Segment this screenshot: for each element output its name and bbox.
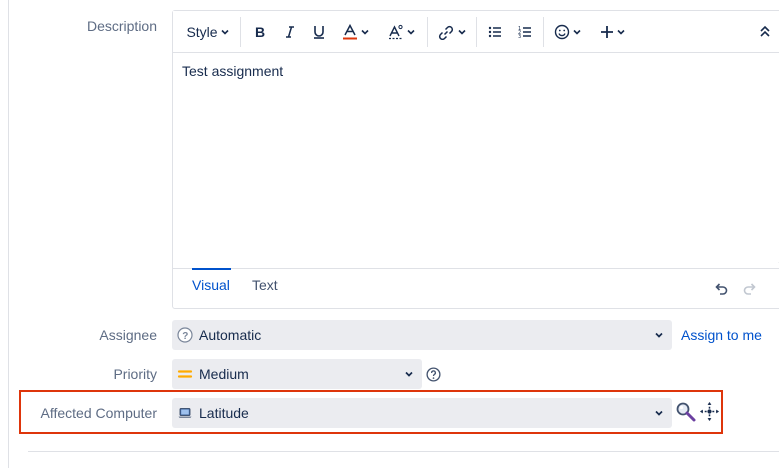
editor-footer: Visual Text: [173, 268, 779, 308]
search-asset-icon[interactable]: [675, 401, 697, 423]
underline-icon: [314, 26, 324, 39]
chevron-down-icon: [220, 29, 229, 35]
toolbar-divider: [476, 17, 477, 47]
priority-label: Priority: [113, 366, 157, 382]
affected-computer-value: Latitude: [199, 405, 249, 421]
active-tab-indicator: [192, 268, 231, 270]
move-icon[interactable]: [699, 401, 720, 422]
editor-content[interactable]: Test assignment: [182, 63, 283, 79]
help-icon[interactable]: [426, 367, 441, 382]
clear-format-icon: [389, 24, 403, 40]
assignee-select[interactable]: ? Automatic: [172, 320, 672, 350]
tab-visual[interactable]: Visual: [192, 277, 230, 293]
emoji-icon: [554, 24, 570, 40]
priority-select[interactable]: Medium: [172, 359, 422, 389]
redo-icon[interactable]: [742, 281, 758, 297]
toolbar-divider: [427, 17, 428, 47]
assignee-value: Automatic: [199, 327, 262, 343]
assign-to-me-link[interactable]: Assign to me: [681, 327, 762, 343]
insert-more-button[interactable]: [597, 20, 629, 44]
editor-toolbar: Style B 123: [173, 11, 779, 53]
toolbar-divider: [240, 17, 241, 47]
affected-computer-label: Affected Computer: [40, 405, 157, 421]
bold-icon: B: [255, 25, 265, 39]
emoji-button[interactable]: [552, 20, 584, 44]
priority-value: Medium: [199, 366, 249, 382]
italic-icon: [286, 26, 294, 38]
svg-text:3: 3: [518, 34, 521, 39]
underline-button[interactable]: [308, 20, 330, 44]
style-dropdown[interactable]: Style: [184, 20, 232, 44]
toolbar-divider: [543, 17, 544, 47]
undo-icon[interactable]: [713, 281, 729, 297]
text-color-button[interactable]: [339, 20, 373, 44]
unknown-user-icon: ?: [177, 327, 193, 343]
bold-button[interactable]: B: [249, 20, 271, 44]
svg-text:B: B: [255, 25, 265, 39]
bullet-list-icon: [488, 26, 501, 38]
chevron-down-icon: [617, 29, 625, 35]
bottom-divider: [28, 451, 779, 452]
style-dropdown-label: Style: [186, 24, 218, 40]
italic-button[interactable]: [279, 20, 301, 44]
text-color-icon: [343, 24, 357, 40]
laptop-icon: [178, 408, 192, 418]
collapse-toolbar-button[interactable]: [755, 20, 775, 44]
numbered-list-button[interactable]: 123: [515, 20, 535, 44]
tab-text[interactable]: Text: [252, 277, 278, 293]
link-button[interactable]: [436, 20, 468, 44]
bullet-list-button[interactable]: [485, 20, 505, 44]
chevron-down-icon: [573, 29, 581, 35]
insert-more-icon: [601, 26, 613, 38]
description-label: Description: [86, 18, 157, 34]
chevron-down-icon: [655, 332, 663, 338]
clear-format-button[interactable]: [385, 20, 419, 44]
link-icon: [438, 25, 454, 40]
chevron-down-icon: [405, 371, 413, 377]
description-editor[interactable]: Style B 123 Test assignment Visual Text: [172, 10, 779, 309]
assignee-label: Assignee: [99, 327, 157, 343]
left-divider: [8, 0, 9, 468]
chevron-down-icon: [458, 29, 466, 35]
priority-medium-icon: [177, 370, 193, 378]
chevron-down-icon: [655, 410, 663, 416]
svg-text:?: ?: [182, 331, 188, 342]
collapse-toolbar-icon: [760, 25, 770, 37]
chevron-down-icon: [407, 29, 415, 35]
chevron-down-icon: [361, 29, 369, 35]
affected-computer-select[interactable]: Latitude: [172, 398, 672, 428]
numbered-list-icon: 123: [518, 26, 531, 39]
